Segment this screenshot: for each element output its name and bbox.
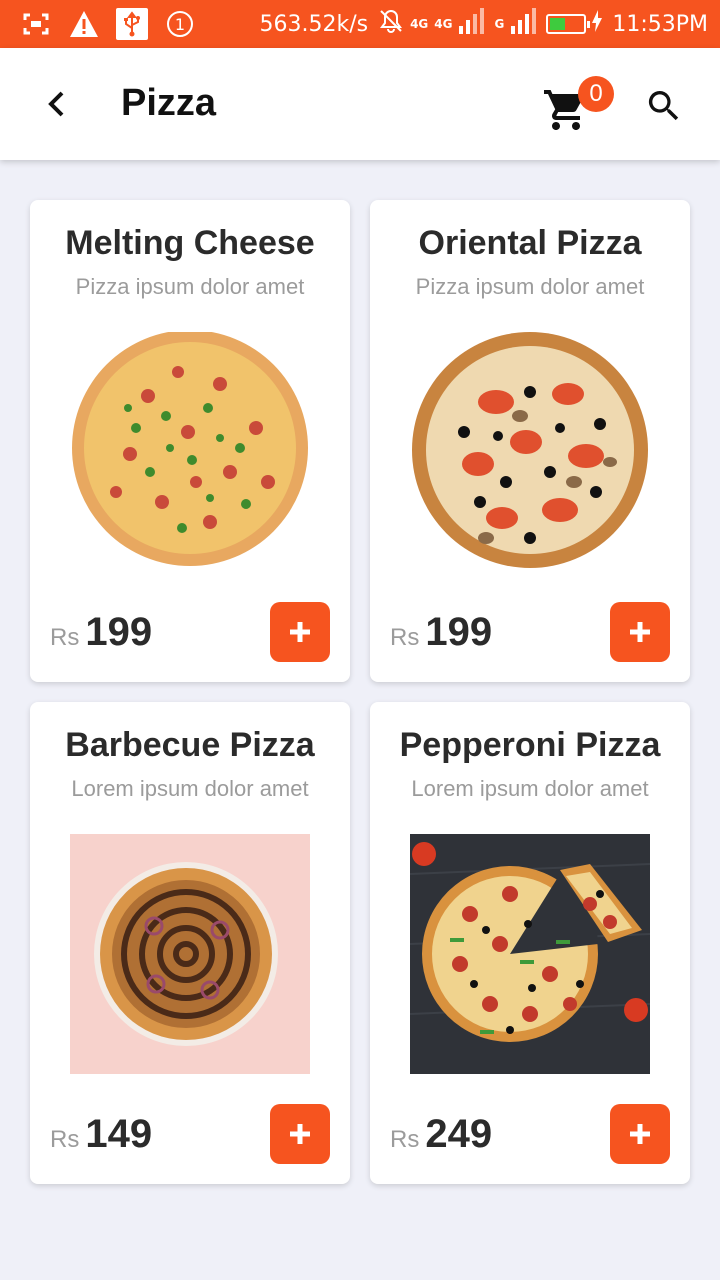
product-description: Lorem ipsum dolor amet (411, 776, 649, 801)
network-speed: 563.52k/s (259, 11, 369, 37)
app-bar: Pizza 0 (0, 48, 720, 160)
mute-icon (378, 8, 404, 40)
product-price: Rs 199 (390, 610, 492, 655)
notification-count: 1 (175, 15, 185, 34)
cart-badge: 0 (578, 76, 614, 112)
product-card-oriental-pizza[interactable]: Oriental Pizza Pizza ipsum dolor amet Rs… (370, 200, 690, 682)
product-name: Pepperoni Pizza (399, 726, 661, 764)
add-to-cart-button[interactable] (610, 1104, 670, 1164)
back-button[interactable] (36, 84, 76, 124)
currency-label: Rs (390, 1126, 420, 1153)
plus-icon (630, 622, 650, 642)
cart-button[interactable]: 0 (542, 76, 614, 148)
warning-icon (68, 8, 100, 40)
product-card-barbecue-pizza[interactable]: Barbecue Pizza Lorem ipsum dolor amet Rs… (30, 702, 350, 1184)
add-to-cart-button[interactable] (270, 602, 330, 662)
currency-label: Rs (390, 624, 420, 651)
product-card-melting-cheese[interactable]: Melting Cheese Pizza ipsum dolor amet Rs… (30, 200, 350, 682)
product-description: Pizza ipsum dolor amet (75, 274, 305, 299)
product-price: Rs 149 (50, 1112, 152, 1157)
signal-icon (458, 8, 488, 40)
product-description: Lorem ipsum dolor amet (71, 776, 309, 801)
product-image (410, 332, 650, 572)
add-to-cart-button[interactable] (610, 602, 670, 662)
charging-icon (592, 10, 603, 38)
product-name: Oriental Pizza (418, 224, 642, 262)
network-type-1: 4G (410, 17, 429, 31)
screenshot-icon (20, 8, 52, 40)
product-name: Barbecue Pizza (65, 726, 315, 764)
back-icon (48, 91, 64, 117)
product-description: Pizza ipsum dolor amet (415, 274, 645, 299)
currency-label: Rs (50, 1126, 80, 1153)
clock: 11:53PM (612, 11, 708, 37)
status-bar: 1 563.52k/s 4G 4G G 11:53PM (0, 0, 720, 48)
product-image (70, 332, 310, 572)
network-type-3: G (494, 17, 505, 31)
plus-icon (630, 1124, 650, 1144)
signal-icon-2 (510, 8, 540, 40)
search-button[interactable] (640, 82, 688, 130)
price-amount: 249 (425, 1112, 493, 1156)
add-to-cart-button[interactable] (270, 1104, 330, 1164)
usb-icon (116, 8, 148, 40)
product-image (70, 834, 310, 1074)
battery-icon (546, 14, 591, 34)
search-icon (648, 91, 679, 121)
network-type-2: 4G (434, 17, 453, 31)
price-amount: 199 (85, 610, 153, 654)
price-amount: 199 (425, 610, 493, 654)
currency-label: Rs (50, 624, 80, 651)
product-price: Rs 249 (390, 1112, 492, 1157)
plus-icon (290, 622, 310, 642)
price-amount: 149 (85, 1112, 153, 1156)
product-image (410, 834, 650, 1074)
product-card-pepperoni-pizza[interactable]: Pepperoni Pizza Lorem ipsum dolor amet R… (370, 702, 690, 1184)
product-name: Melting Cheese (65, 224, 315, 262)
page-title: Pizza (121, 82, 217, 124)
notification-count-icon: 1 (164, 8, 196, 40)
product-price: Rs 199 (50, 610, 152, 655)
plus-icon (290, 1124, 310, 1144)
